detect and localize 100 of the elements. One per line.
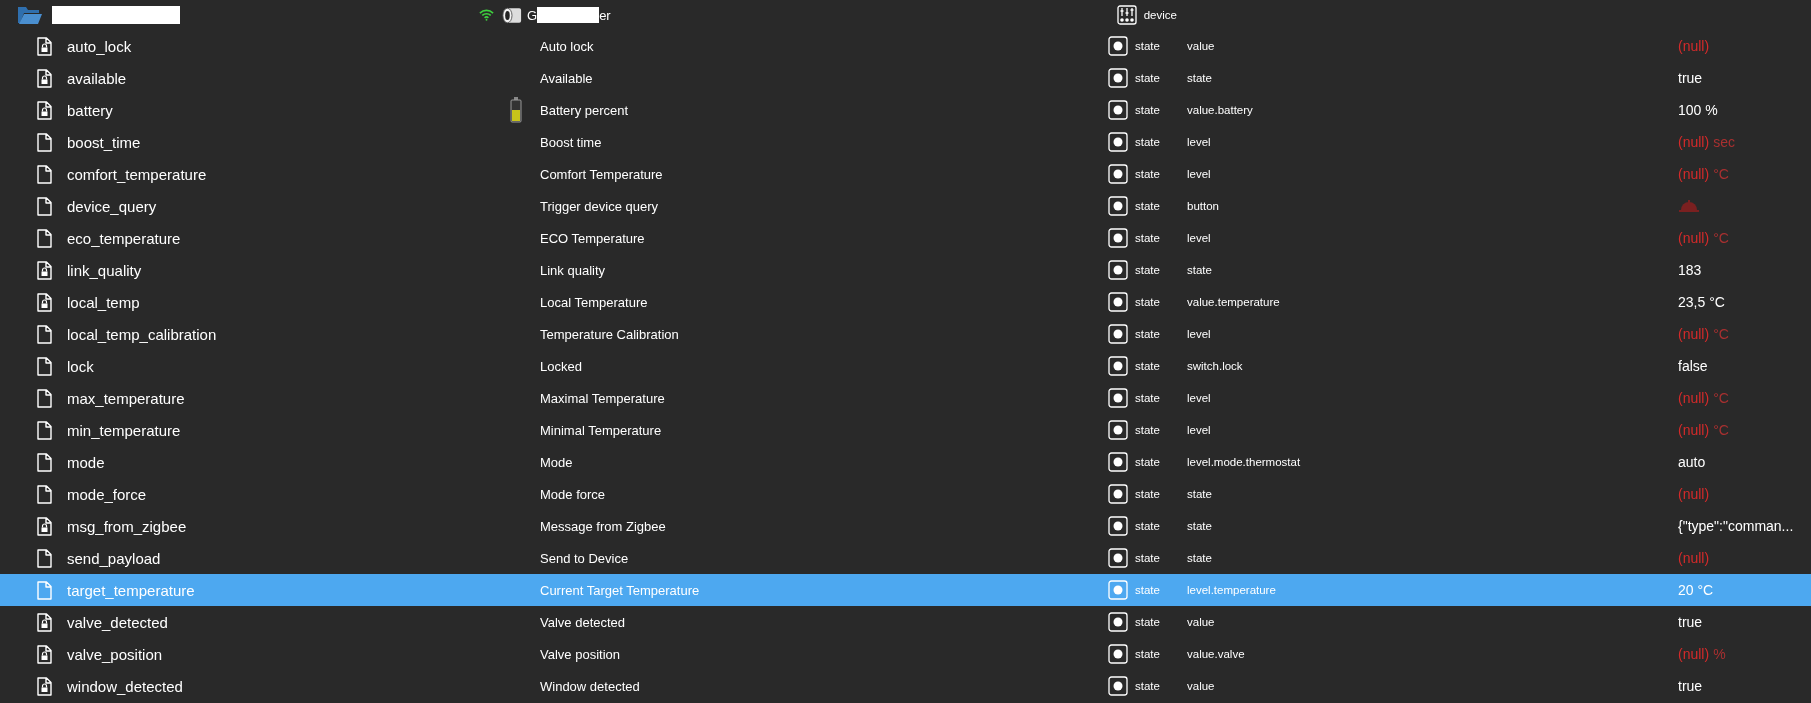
object-type: state: [1135, 232, 1161, 244]
object-id: valve_detected: [67, 613, 169, 631]
object-id: max_temperature: [67, 389, 186, 407]
object-name: Battery percent: [540, 102, 630, 118]
state-icon: [1108, 36, 1128, 56]
object-type: state: [1135, 488, 1161, 500]
object-row[interactable]: send_payload Send to Device state state (null): [0, 542, 1811, 574]
object-role: value: [1187, 40, 1216, 52]
object-row[interactable]: auto_lock Auto lock state value (null): [0, 30, 1811, 62]
object-id: battery: [67, 101, 114, 119]
object-name: Minimal Temperature: [540, 422, 663, 438]
object-id: boost_time: [67, 133, 142, 151]
state-icon: [1108, 388, 1128, 408]
object-id: window_detected: [67, 677, 184, 695]
state-icon: [1108, 644, 1128, 664]
object-role: button: [1187, 200, 1220, 212]
object-row[interactable]: local_temp Local Temperature state value.temperature 23,5 °C: [0, 286, 1811, 318]
object-row[interactable]: valve_detected Valve detected state value true: [0, 606, 1811, 638]
object-row[interactable]: eco_temperature ECO Temperature state level (null) °C: [0, 222, 1811, 254]
object-name: Mode: [540, 454, 574, 470]
object-value: 183: [1678, 262, 1703, 278]
object-role: level: [1187, 232, 1212, 244]
state-icon: [1108, 196, 1128, 216]
object-role: value.valve: [1187, 648, 1246, 660]
object-value: 100 %: [1678, 102, 1719, 118]
object-name: Mode force: [540, 486, 607, 502]
object-row[interactable]: msg_from_zigbee Message from Zigbee state state {"type":"comman...: [0, 510, 1811, 542]
object-value: 20 °C: [1678, 582, 1715, 598]
object-row[interactable]: mode_force Mode force state state (null): [0, 478, 1811, 510]
object-row[interactable]: min_temperature Minimal Temperature state level (null) °C: [0, 414, 1811, 446]
state-icon: [1108, 484, 1128, 504]
wifi-icon: [479, 9, 494, 21]
object-type: state: [1135, 104, 1161, 116]
object-value: auto: [1678, 454, 1707, 470]
object-name: Boost time: [540, 134, 603, 150]
state-icon: [1108, 100, 1128, 120]
object-role: level: [1187, 168, 1212, 180]
object-type: state: [1135, 552, 1161, 564]
object-value: (null) °C: [1678, 390, 1730, 406]
object-row[interactable]: mode Mode state level.mode.thermostat auto: [0, 446, 1811, 478]
object-row[interactable]: window_detected Window detected state value true: [0, 670, 1811, 702]
object-role: state: [1187, 488, 1213, 500]
object-role: value: [1187, 680, 1216, 692]
object-row[interactable]: boost_time Boost time state level (null) sec: [0, 126, 1811, 158]
object-role: level: [1187, 424, 1212, 436]
object-role: level.mode.thermostat: [1187, 456, 1302, 468]
object-row[interactable]: lock Locked state switch.lock false: [0, 350, 1811, 382]
object-value: (null) °C: [1678, 326, 1730, 342]
object-row[interactable]: comfort_temperature Comfort Temperature state level (null) °C: [0, 158, 1811, 190]
object-row[interactable]: battery Battery percent state value.battery 100 %: [0, 94, 1811, 126]
object-role: level.temperature: [1187, 584, 1277, 596]
object-id: min_temperature: [67, 421, 182, 439]
object-row[interactable]: link_quality Link quality state state 183: [0, 254, 1811, 286]
state-icon: [1108, 164, 1128, 184]
object-type: state: [1135, 584, 1161, 596]
state-icon: [1108, 132, 1128, 152]
object-name: Valve detected: [540, 614, 627, 630]
state-icon: [1108, 356, 1128, 376]
object-value: false: [1678, 358, 1709, 374]
folder-icon[interactable]: [17, 5, 43, 25]
object-id: lock: [67, 357, 95, 375]
object-role: switch.lock: [1187, 360, 1244, 372]
object-type: state: [1135, 648, 1161, 660]
device-name: G: [527, 7, 538, 23]
object-type: state: [1135, 424, 1161, 436]
object-value: (null): [1678, 38, 1711, 54]
object-type: state: [1135, 200, 1161, 212]
state-icon: [1108, 324, 1128, 344]
object-role: state: [1187, 264, 1213, 276]
object-value: (null) sec: [1678, 134, 1736, 150]
object-role: state: [1187, 552, 1213, 564]
object-name: Auto lock: [540, 38, 595, 54]
redacted-box: [537, 7, 600, 23]
object-role: state: [1187, 520, 1213, 532]
object-type: state: [1135, 328, 1161, 340]
object-row[interactable]: max_temperature Maximal Temperature state level (null) °C: [0, 382, 1811, 414]
object-type: state: [1135, 520, 1161, 532]
state-icon: [1108, 548, 1128, 568]
object-row[interactable]: device_query Trigger device query state button: [0, 190, 1811, 222]
object-id: device_query: [67, 197, 158, 215]
object-id: send_payload: [67, 549, 162, 567]
state-icon: [1108, 68, 1128, 88]
object-id: auto_lock: [67, 37, 133, 55]
state-icon: [1108, 228, 1128, 248]
object-id: available: [67, 69, 128, 87]
object-row[interactable]: available Available state state true: [0, 62, 1811, 94]
object-row[interactable]: local_temp_calibration Temperature Calibration state level (null) °C: [0, 318, 1811, 350]
object-role: device: [1143, 9, 1177, 21]
object-name: Available: [540, 70, 594, 86]
state-icon: [1108, 580, 1128, 600]
object-name: Local Temperature: [540, 294, 649, 310]
object-value: (null) %: [1678, 646, 1727, 662]
object-value: (null): [1678, 550, 1711, 566]
object-row[interactable]: valve_position Valve position state value.valve (null) %: [0, 638, 1811, 670]
object-value: true: [1678, 614, 1704, 630]
object-type: state: [1135, 264, 1161, 276]
object-type: state: [1135, 136, 1161, 148]
object-type: state: [1135, 72, 1161, 84]
object-id: mode: [67, 453, 106, 471]
object-id: local_temp_calibration: [67, 325, 218, 343]
